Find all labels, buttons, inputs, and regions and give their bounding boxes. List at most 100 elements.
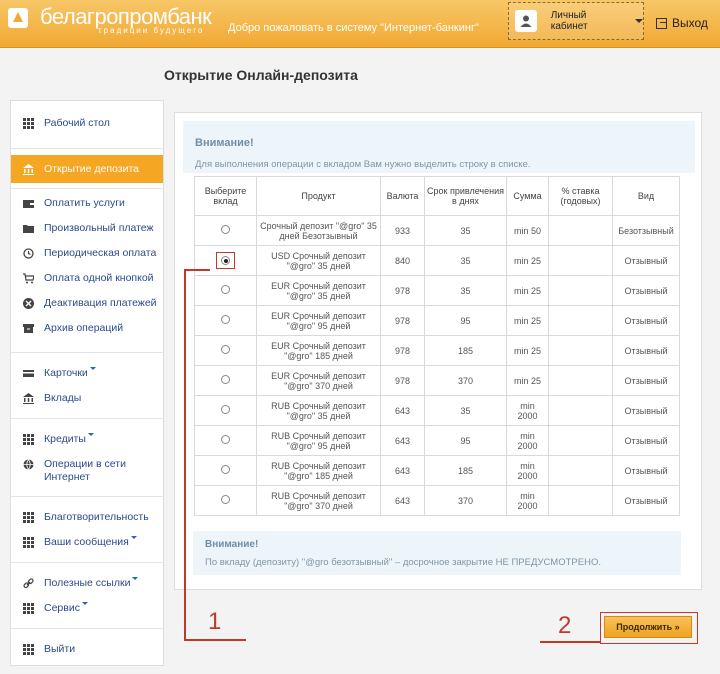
bank-icon xyxy=(23,393,34,404)
table-row[interactable]: EUR Срочный депозит "@gro" 370 дней 978 37… xyxy=(194,365,680,396)
cell-amount: min 25 xyxy=(506,275,549,306)
sidebar-group-service: Полезные ссылки Сервис xyxy=(11,563,163,629)
table-row[interactable]: RUB Срочный депозит "@gro" 35 дней 643 35 m… xyxy=(194,395,680,426)
cell-kind: Отзывный xyxy=(612,395,680,426)
logout-icon xyxy=(656,17,667,29)
annotation-line-bottom xyxy=(184,639,246,641)
deposit-radio[interactable] xyxy=(221,375,230,384)
deposit-radio[interactable] xyxy=(221,225,230,234)
chevron-down-icon xyxy=(130,536,137,539)
sidebar-item-exit[interactable]: Выйти xyxy=(11,643,163,668)
table-row[interactable]: Срочный депозит "@gro" 35 дней Безотзывн… xyxy=(194,215,680,246)
deposit-radio[interactable] xyxy=(221,495,230,504)
user-avatar-icon xyxy=(515,10,537,32)
deposit-radio[interactable] xyxy=(221,435,230,444)
cell-select xyxy=(194,305,257,336)
sidebar-item-credits[interactable]: Кредиты xyxy=(11,433,163,458)
sidebar-item-label: Деактивация платежей xyxy=(44,297,157,309)
grid-icon xyxy=(23,512,34,523)
continue-button[interactable]: Продолжить » xyxy=(604,616,692,638)
sidebar-item-pay-services[interactable]: Оплатить услуги xyxy=(11,197,163,222)
sidebar-item-useful-links[interactable]: Полезные ссылки xyxy=(11,577,163,602)
chevron-down-icon xyxy=(87,433,94,436)
cell-term: 35 xyxy=(424,395,507,426)
sidebar-item-periodic-payment[interactable]: Периодическая оплата xyxy=(11,247,163,272)
logout-label: Выход xyxy=(672,16,708,30)
wallet-icon xyxy=(23,200,34,208)
sidebar-item-custom-payment[interactable]: Произвольный платеж xyxy=(11,222,163,247)
chevron-down-icon xyxy=(635,19,643,23)
cell-amount: min 2000 xyxy=(506,425,549,456)
deposit-table: Выберите вклад Продукт Валюта Срок привл… xyxy=(194,176,680,516)
logo-tagline: традиции будущего xyxy=(98,26,205,35)
cell-currency: 643 xyxy=(380,425,425,456)
sidebar-item-messages[interactable]: Ваши сообщения xyxy=(11,536,163,561)
deposit-radio[interactable] xyxy=(221,315,230,324)
page-title: Открытие Онлайн-депозита xyxy=(164,67,358,83)
cell-amount: min 25 xyxy=(506,335,549,366)
deposit-radio[interactable] xyxy=(221,285,230,294)
cell-currency: 978 xyxy=(380,335,425,366)
notice-box: Внимание! Для выполнения операции с вкла… xyxy=(183,121,695,173)
sidebar-item-open-deposit[interactable]: Открытие депозита xyxy=(11,155,163,183)
sidebar-item-internet-operations[interactable]: Операции в сети Интернет xyxy=(11,458,163,488)
cell-rate xyxy=(548,215,613,246)
deposit-radio[interactable] xyxy=(221,345,230,354)
chevron-down-icon xyxy=(89,367,96,370)
sidebar-item-label: Кредиты xyxy=(44,433,86,445)
col-amount: Сумма xyxy=(506,176,549,216)
grid-icon xyxy=(23,118,34,129)
cell-product: EUR Срочный депозит "@gro" 185 дней xyxy=(256,335,381,366)
table-row[interactable]: RUB Срочный депозит "@gro" 185 дней 643 18… xyxy=(194,455,680,486)
sidebar-item-label: Оплата одной кнопкой xyxy=(44,272,154,284)
cell-term: 185 xyxy=(424,335,507,366)
table-row[interactable]: RUB Срочный депозит "@gro" 95 дней 643 95 m… xyxy=(194,425,680,456)
table-row[interactable]: EUR Срочный депозит "@gro" 95 дней 978 95 m… xyxy=(194,305,680,336)
sidebar-item-charity[interactable]: Благотворительность xyxy=(11,511,163,536)
cell-kind: Безотзывный xyxy=(612,215,680,246)
logout-button[interactable]: Выход xyxy=(656,16,708,30)
history-icon xyxy=(23,248,34,259)
annotation-step-1: 1 xyxy=(208,608,222,635)
sidebar-group-credits: Кредиты Операции в сети Интернет xyxy=(11,419,163,497)
sidebar-item-cards[interactable]: Карточки xyxy=(11,367,163,392)
cell-kind: Отзывный xyxy=(612,245,680,276)
deposit-radio[interactable] xyxy=(221,405,230,414)
sidebar-item-operations-archive[interactable]: Архив операций xyxy=(11,322,163,347)
table-row[interactable]: EUR Срочный депозит "@gro" 185 дней 978 18… xyxy=(194,335,680,366)
sidebar-item-label: Ваши сообщения xyxy=(44,536,129,548)
sidebar-item-one-click-payment[interactable]: Оплата одной кнопкой xyxy=(11,272,163,297)
table-row[interactable]: RUB Срочный депозит "@gro" 370 дней 643 37… xyxy=(194,485,680,516)
sidebar-item-label: Операции в сети Интернет xyxy=(44,458,126,483)
cell-select xyxy=(194,215,257,246)
cell-product: RUB Срочный депозит "@gro" 185 дней xyxy=(256,455,381,486)
deposit-radio[interactable] xyxy=(221,256,230,265)
grid-icon xyxy=(23,603,34,614)
warning-box: Внимание! По вкладу (депозиту) "@gro без… xyxy=(193,531,681,575)
chevron-down-icon xyxy=(81,602,88,605)
cancel-icon xyxy=(23,298,34,309)
notice-title: Внимание! xyxy=(195,137,254,149)
cell-rate xyxy=(548,245,613,276)
bank-icon xyxy=(23,164,34,175)
sidebar-item-service[interactable]: Сервис xyxy=(11,602,163,627)
sidebar-group-deposit: Открытие депозита xyxy=(11,149,163,189)
personal-cabinet-menu[interactable]: Личный кабинет xyxy=(508,2,644,40)
sidebar-item-deactivate-payments[interactable]: Деактивация платежей xyxy=(11,297,163,322)
sidebar-group-exit: Выйти xyxy=(11,629,163,668)
annotation-step-2: 2 xyxy=(558,612,572,639)
sidebar-item-deposits[interactable]: Вклады xyxy=(11,392,163,417)
deposit-radio[interactable] xyxy=(221,465,230,474)
sidebar-item-label: Сервис xyxy=(44,602,80,614)
logo-icon xyxy=(8,6,34,30)
card-icon xyxy=(23,370,34,377)
cell-term: 370 xyxy=(424,365,507,396)
table-row[interactable]: EUR Срочный депозит "@gro" 35 дней 978 35 m… xyxy=(194,275,680,306)
col-currency: Валюта xyxy=(380,176,425,216)
cell-kind: Отзывный xyxy=(612,365,680,396)
link-icon xyxy=(23,578,34,589)
sidebar-item-dashboard[interactable]: Рабочий стол xyxy=(11,117,163,130)
cell-amount: min 25 xyxy=(506,305,549,336)
cell-product: USD Срочный депозит "@gro" 35 дней xyxy=(256,245,381,276)
table-row[interactable]: USD Срочный депозит "@gro" 35 дней 840 35 m… xyxy=(194,245,680,276)
